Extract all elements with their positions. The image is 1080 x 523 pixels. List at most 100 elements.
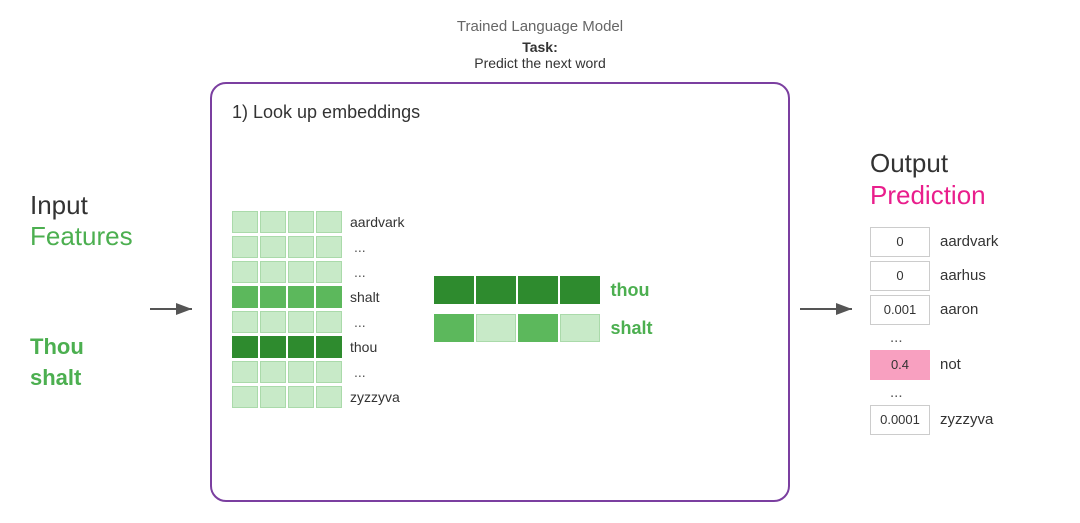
cell	[232, 311, 258, 333]
embed-dots: ...	[350, 264, 366, 280]
result-cell	[434, 276, 474, 304]
table-row: ...	[232, 361, 404, 383]
prediction-label: Prediction	[870, 180, 986, 211]
arrow-output	[800, 299, 860, 324]
embed-word-shalt: shalt	[350, 289, 380, 305]
output-row-dots: ...	[870, 384, 1070, 401]
output-table: 0 aardvark 0 aarhus 0.001 aaron ...	[870, 227, 1070, 435]
cell	[260, 211, 286, 233]
cell	[232, 211, 258, 233]
top-labels: Trained Language Model Task: Predict the…	[0, 18, 1080, 71]
table-row: ...	[232, 311, 404, 333]
embed-word-thou: thou	[350, 339, 377, 355]
output-label: Output	[870, 148, 986, 179]
cell	[288, 361, 314, 383]
embed-word: aardvark	[350, 214, 404, 230]
embed-cells	[232, 311, 342, 333]
input-header: Input Features	[30, 190, 133, 252]
output-value: 0.001	[870, 295, 930, 325]
step-label: 1) Look up embeddings	[232, 102, 768, 123]
embed-cells	[232, 211, 342, 233]
output-value: 0.0001	[870, 405, 930, 435]
cell	[260, 311, 286, 333]
cell	[232, 261, 258, 283]
embed-cells	[232, 236, 342, 258]
cell	[316, 336, 342, 358]
model-title: Trained Language Model	[457, 18, 623, 35]
embed-dots: ...	[350, 314, 366, 330]
cell	[232, 236, 258, 258]
features-label: Features	[30, 221, 133, 252]
middle-content: aardvark ...	[232, 137, 768, 482]
cell	[316, 261, 342, 283]
cell	[288, 336, 314, 358]
output-header: Output Prediction	[870, 148, 986, 210]
cell	[316, 211, 342, 233]
table-row: aardvark	[232, 211, 404, 233]
result-cells-thou	[434, 276, 600, 304]
diagram-container: Trained Language Model Task: Predict the…	[0, 0, 1080, 523]
result-cell	[476, 276, 516, 304]
result-cell	[518, 314, 558, 342]
result-label-shalt: shalt	[610, 318, 652, 339]
result-row-thou: thou	[434, 276, 652, 304]
output-word: aardvark	[940, 233, 998, 250]
cell	[288, 286, 314, 308]
embed-cells	[232, 361, 342, 383]
embed-cells	[232, 261, 342, 283]
cell	[260, 286, 286, 308]
arrow-input-svg	[150, 299, 200, 319]
table-row: ...	[232, 261, 404, 283]
cell	[232, 336, 258, 358]
cell	[316, 286, 342, 308]
cell	[288, 386, 314, 408]
cell	[288, 311, 314, 333]
main-row: Input Features Thou shalt 1) Look up emb	[30, 20, 1050, 503]
cell	[316, 386, 342, 408]
output-dots: ...	[870, 384, 903, 401]
output-word: zyzzyva	[940, 411, 993, 428]
table-row: ...	[232, 236, 404, 258]
embed-table: aardvark ...	[232, 211, 404, 408]
output-word: aarhus	[940, 267, 986, 284]
result-label-thou: thou	[610, 280, 649, 301]
cell	[288, 261, 314, 283]
result-cell	[560, 314, 600, 342]
table-row-thou: thou	[232, 336, 404, 358]
output-row-highlighted: 0.4 not	[870, 350, 1070, 380]
cell	[260, 236, 286, 258]
middle-box: 1) Look up embeddings aardvark	[210, 82, 790, 502]
result-cell	[560, 276, 600, 304]
cell	[316, 236, 342, 258]
arrow-input	[150, 299, 200, 324]
result-row-shalt: shalt	[434, 314, 652, 342]
embed-dots: ...	[350, 239, 366, 255]
cell	[288, 236, 314, 258]
embed-dots: ...	[350, 364, 366, 380]
output-row: 0.001 aaron	[870, 295, 1070, 325]
output-row: 0.0001 zyzzyva	[870, 405, 1070, 435]
result-cell	[434, 314, 474, 342]
output-row-dots: ...	[870, 329, 1070, 346]
table-row: zyzzyva	[232, 386, 404, 408]
input-label: Input	[30, 190, 133, 221]
right-section: Output Prediction 0 aardvark 0 aarhus 0.…	[870, 148, 1070, 434]
cell	[232, 386, 258, 408]
embed-cells	[232, 336, 342, 358]
result-cell	[476, 314, 516, 342]
cell	[232, 361, 258, 383]
arrow-output-svg	[800, 299, 860, 319]
cell	[316, 311, 342, 333]
cell	[260, 361, 286, 383]
cell	[232, 286, 258, 308]
output-value: 0	[870, 261, 930, 291]
embed-word-zyzzyva: zyzzyva	[350, 389, 400, 405]
result-cells-shalt	[434, 314, 600, 342]
input-words: Thou shalt	[30, 332, 84, 394]
output-value-highlighted: 0.4	[870, 350, 930, 380]
left-section: Input Features Thou shalt	[30, 190, 140, 394]
result-cell	[518, 276, 558, 304]
cell	[260, 261, 286, 283]
result-embeds: thou shalt	[434, 276, 652, 342]
output-word-not: not	[940, 356, 961, 373]
